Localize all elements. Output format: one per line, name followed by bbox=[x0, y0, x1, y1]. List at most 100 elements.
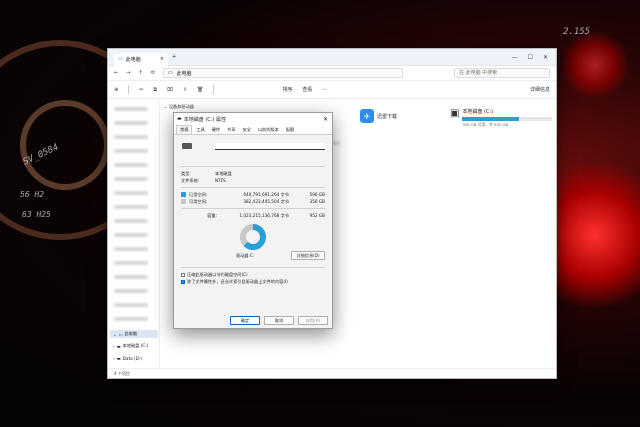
divider bbox=[128, 85, 130, 94]
tab-5[interactable]: 以前的版本 bbox=[255, 126, 282, 134]
cut-icon[interactable]: ✂ bbox=[139, 87, 143, 93]
compress-checkbox[interactable] bbox=[181, 272, 185, 277]
drive-icon: ▬ bbox=[116, 343, 121, 349]
address-bar[interactable]: ▭ 此电脑 bbox=[162, 68, 403, 78]
index-option[interactable]: ✓ 除了文件属性外，还允许索引此驱动器上文件的内容(I) bbox=[181, 278, 325, 285]
nav-item-blurred[interactable] bbox=[114, 233, 148, 237]
share-icon[interactable]: ⇪ bbox=[183, 87, 187, 93]
new-tab-icon[interactable]: + bbox=[172, 54, 176, 60]
nav-item-blurred[interactable] bbox=[114, 205, 148, 209]
section-header[interactable]: ⌄ 设备和驱动器 bbox=[164, 104, 194, 110]
up-icon[interactable]: ↑ bbox=[138, 70, 142, 76]
back-icon[interactable]: ← bbox=[114, 70, 118, 76]
tab-this-pc[interactable]: ▭ 此电脑 × bbox=[114, 52, 168, 66]
sidebar-item-this-pc[interactable]: ⌄ ▭ 此电脑 bbox=[110, 330, 158, 338]
wallpaper-text: 56 H2 bbox=[20, 190, 45, 199]
drive-large-icon bbox=[182, 143, 192, 149]
nav-item-blurred[interactable] bbox=[114, 107, 148, 111]
chevron-right-icon[interactable]: › bbox=[113, 356, 115, 361]
forward-icon[interactable]: → bbox=[126, 70, 130, 76]
usage-donut-chart bbox=[240, 224, 266, 250]
index-label: 除了文件属性外，还允许索引此驱动器上文件的内容(I) bbox=[187, 278, 288, 284]
drive-usage-fill bbox=[462, 117, 519, 121]
address-bar-row: ← → ↑ ⟳ ▭ 此电脑 在 此电脑 中搜索 bbox=[108, 66, 556, 81]
view-button[interactable]: 查看 bbox=[302, 86, 312, 93]
details-button[interactable]: 详细信息 bbox=[530, 86, 550, 93]
command-bar: ⊕ ✂ ⧉ ⌧ ⇪ 🗑 排序 查看 ··· 详细信息 bbox=[108, 81, 556, 99]
dialog-footer: 确定 取消 应用(A) bbox=[230, 316, 328, 325]
close-icon[interactable]: ✕ bbox=[323, 116, 332, 123]
nav-item-blurred[interactable] bbox=[114, 247, 148, 251]
divider bbox=[181, 187, 325, 188]
computer-icon: ▭ bbox=[118, 56, 123, 62]
wallpaper-ring bbox=[20, 100, 110, 190]
divider bbox=[181, 166, 325, 167]
nav-item-blurred[interactable] bbox=[114, 261, 148, 265]
status-bar: 4 个项目 bbox=[108, 368, 556, 378]
new-icon[interactable]: ⊕ bbox=[114, 87, 118, 93]
chevron-right-icon[interactable]: › bbox=[113, 344, 115, 349]
tab-3[interactable]: 共享 bbox=[224, 126, 238, 134]
tab-6[interactable]: 配额 bbox=[283, 126, 297, 134]
close-tab-icon[interactable]: × bbox=[160, 56, 164, 62]
tab-2[interactable]: 硬件 bbox=[209, 126, 223, 134]
refresh-icon[interactable]: ⟳ bbox=[151, 70, 155, 76]
nav-item-blurred[interactable] bbox=[114, 219, 148, 223]
folder-label: 迅雷下载 bbox=[377, 113, 398, 120]
capacity-gb: 952 GB bbox=[309, 213, 325, 218]
maximize-icon[interactable]: ☐ bbox=[528, 54, 533, 61]
chevron-down-icon[interactable]: ⌄ bbox=[113, 332, 117, 337]
xunlei-icon: ✈ bbox=[360, 109, 374, 123]
nav-item-blurred[interactable] bbox=[114, 191, 148, 195]
free-swatch bbox=[181, 199, 186, 204]
capacity-bytes: 1,023,215,136,768 字节 bbox=[239, 212, 289, 218]
nav-item-blurred[interactable] bbox=[114, 317, 148, 321]
drive-usage-bar bbox=[462, 117, 553, 121]
tab-4[interactable]: 安全 bbox=[240, 126, 254, 134]
dialog-title-bar: ▬ 本地磁盘 (C:) 属性 ✕ bbox=[174, 113, 332, 125]
tab-0[interactable]: 常规 bbox=[176, 125, 193, 134]
breadcrumb[interactable]: 此电脑 bbox=[177, 70, 192, 77]
rename-icon[interactable]: ⌧ bbox=[167, 87, 173, 93]
folder-xunlei[interactable]: ✈ 迅雷下载 bbox=[360, 109, 397, 123]
details-button[interactable]: 详细信息(D) bbox=[291, 251, 325, 260]
used-bytes: 640,791,691,264 字节 bbox=[243, 191, 289, 197]
compress-label: 压缩此驱动器以节约磁盘空间(C) bbox=[187, 271, 248, 277]
sidebar-item-drive-d[interactable]: › ▬ Data (D:) bbox=[110, 354, 158, 362]
compress-option[interactable]: 压缩此驱动器以节约磁盘空间(C) bbox=[181, 271, 325, 278]
used-gb: 596 GB bbox=[309, 192, 325, 197]
wallpaper-text: 2.155 bbox=[563, 27, 591, 37]
type-value: 本地磁盘 bbox=[215, 170, 232, 176]
close-icon[interactable]: ✕ bbox=[543, 54, 548, 61]
delete-icon[interactable]: 🗑 bbox=[197, 87, 203, 93]
drive-c-tile[interactable]: ▣ 本地磁盘 (C:) 356 GB 可用，共 952 GB bbox=[450, 108, 560, 128]
nav-item-blurred[interactable] bbox=[114, 303, 148, 307]
nav-item-blurred[interactable] bbox=[114, 121, 148, 125]
minimize-icon[interactable]: — bbox=[512, 54, 518, 61]
drive-caption: 驱动器 C: bbox=[236, 252, 255, 258]
nav-item-blurred[interactable] bbox=[114, 289, 148, 293]
sidebar-item-drive-c[interactable]: › ▬ 本地磁盘 (C:) bbox=[110, 342, 158, 350]
section-header-label: 设备和驱动器 bbox=[168, 104, 194, 109]
item-count: 4 个项目 bbox=[114, 371, 130, 376]
search-input[interactable]: 在 此电脑 中搜索 bbox=[454, 68, 550, 78]
tab-1[interactable]: 工具 bbox=[193, 126, 207, 134]
index-checkbox[interactable]: ✓ bbox=[181, 279, 185, 284]
nav-item-blurred[interactable] bbox=[114, 149, 148, 153]
cancel-button[interactable]: 取消 bbox=[264, 316, 294, 325]
dialog-tabs: 常规 工具 硬件 共享 安全 以前的版本 配额 bbox=[174, 125, 332, 135]
apply-button[interactable]: 应用(A) bbox=[298, 316, 328, 325]
sidebar-item-label: Data (D:) bbox=[122, 355, 142, 361]
computer-icon: ▭ bbox=[167, 70, 173, 76]
ok-button[interactable]: 确定 bbox=[230, 316, 260, 325]
nav-item-blurred[interactable] bbox=[114, 275, 148, 279]
sort-button[interactable]: 排序 bbox=[282, 86, 292, 93]
free-bytes: 382,423,445,504 字节 bbox=[243, 198, 289, 204]
copy-icon[interactable]: ⧉ bbox=[153, 87, 157, 93]
nav-item-blurred[interactable] bbox=[114, 135, 148, 139]
filesystem-label: 文件系统: bbox=[181, 177, 200, 183]
nav-item-blurred[interactable] bbox=[114, 177, 148, 181]
drive-name-input[interactable] bbox=[215, 143, 325, 150]
nav-item-blurred[interactable] bbox=[114, 163, 148, 167]
more-button[interactable]: ··· bbox=[322, 87, 327, 93]
